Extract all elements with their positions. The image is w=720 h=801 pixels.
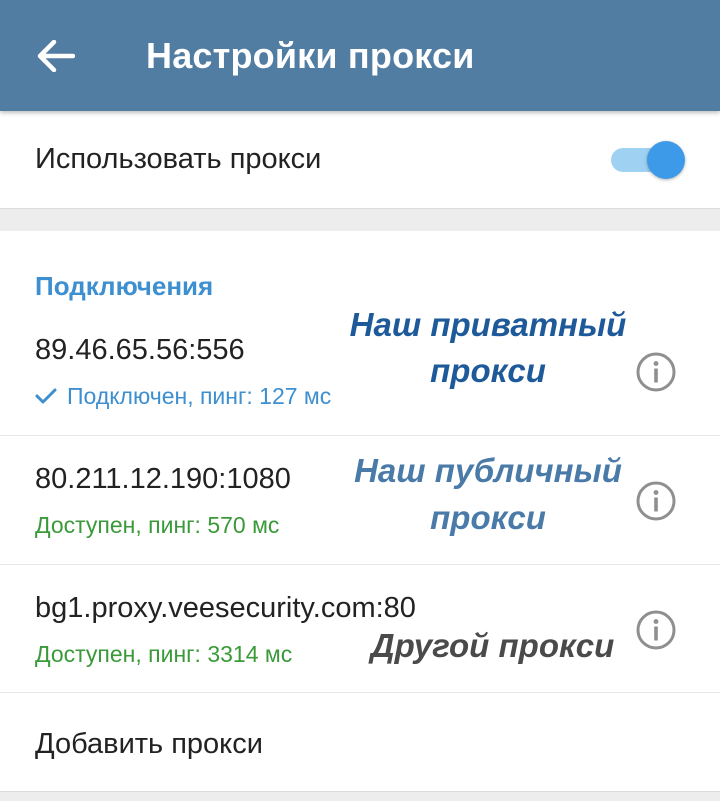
- private-proxy-annotation-line1: Наш приватный: [349, 306, 627, 343]
- page-title: Настройки прокси: [146, 35, 475, 76]
- private-proxy-annotation-line2: прокси: [430, 352, 546, 389]
- proxy-address: 89.46.65.56:556: [35, 334, 245, 366]
- proxy-address: bg1.proxy.veesecurity.com:80: [35, 592, 416, 624]
- other-proxy-annotation: Другой прокси: [370, 627, 615, 664]
- section-separator: [0, 208, 720, 231]
- proxy-status: Доступен, пинг: 570 мс: [35, 512, 280, 538]
- proxy-address: 80.211.12.190:1080: [35, 463, 291, 495]
- info-icon[interactable]: [635, 609, 677, 651]
- use-proxy-toggle[interactable]: [609, 141, 685, 179]
- check-icon: [35, 388, 57, 404]
- toggle-knob: [647, 141, 685, 179]
- add-proxy-label: Добавить прокси: [35, 728, 263, 760]
- proxy-status: Подключен, пинг: 127 мс: [35, 383, 331, 410]
- back-button[interactable]: [30, 30, 82, 82]
- connections-header: Подключения: [35, 271, 214, 301]
- proxy-status: Доступен, пинг: 3314 мс: [35, 641, 293, 667]
- public-proxy-annotation-line2: прокси: [430, 499, 546, 536]
- public-proxy-annotation-line1: Наш публичный: [354, 452, 622, 489]
- use-proxy-label: Использовать прокси: [35, 143, 322, 175]
- arrow-left-icon: [37, 40, 75, 72]
- app-bar: Настройки прокси: [0, 0, 720, 111]
